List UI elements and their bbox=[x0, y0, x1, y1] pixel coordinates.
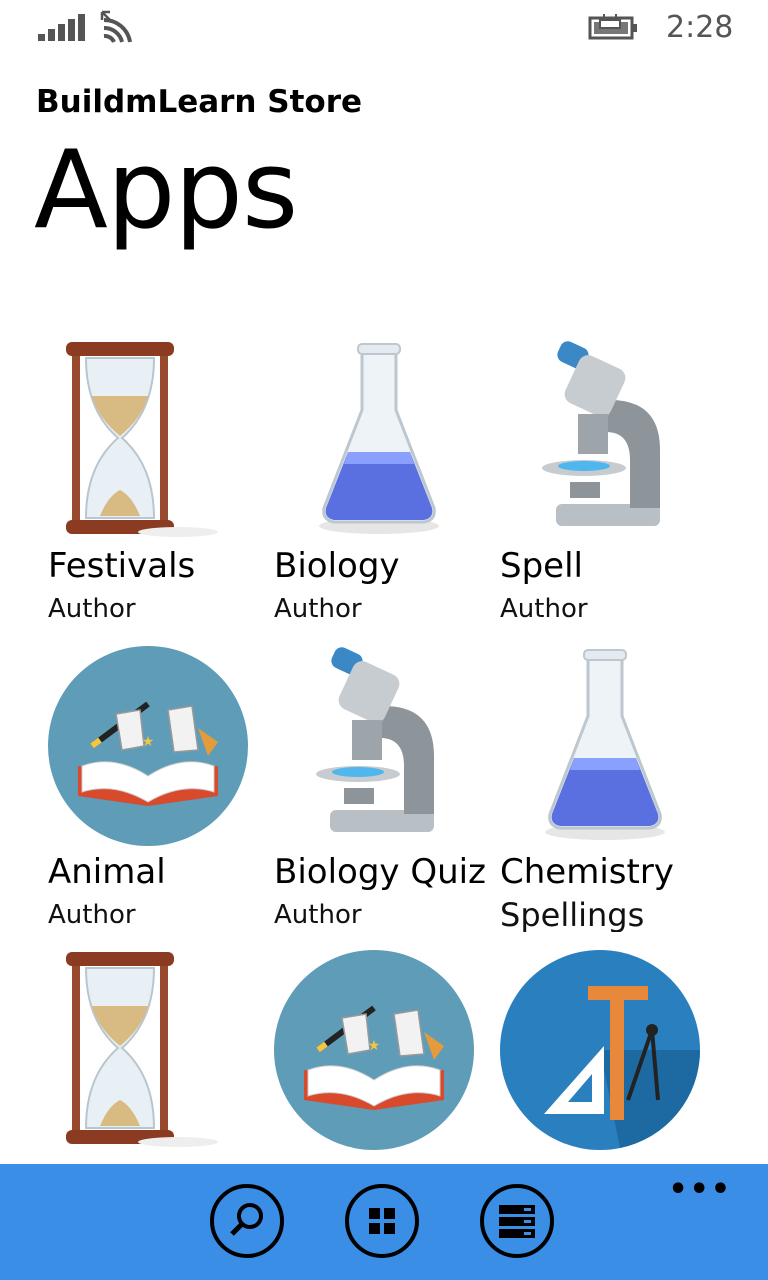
app-tile[interactable] bbox=[48, 950, 263, 1164]
status-bar: 2:28 bbox=[0, 0, 768, 56]
app-name: Festivals bbox=[48, 546, 196, 586]
app-tile[interactable]: Biology Quiz Author bbox=[274, 646, 489, 936]
app-bar: ••• bbox=[0, 1164, 768, 1280]
svg-text:★: ★ bbox=[142, 734, 155, 750]
search-button[interactable] bbox=[210, 1184, 284, 1258]
app-name: Biology bbox=[274, 546, 400, 586]
magic-book-icon: ★ bbox=[48, 646, 248, 846]
search-icon bbox=[230, 1203, 263, 1236]
list-view-button[interactable] bbox=[480, 1184, 554, 1258]
list-icon bbox=[499, 1205, 535, 1238]
app-tile[interactable]: Chemistry Spellings bbox=[500, 646, 715, 936]
app-tile[interactable] bbox=[500, 950, 715, 1164]
app-tile[interactable]: Spell Author bbox=[500, 340, 715, 630]
app-author: Author bbox=[274, 594, 362, 624]
app-tile[interactable]: ★ bbox=[274, 950, 489, 1164]
hourglass-icon bbox=[66, 342, 218, 537]
battery-charging-icon bbox=[588, 14, 637, 40]
microscope-icon bbox=[542, 341, 660, 526]
magic-book-icon: ★ bbox=[274, 950, 474, 1150]
clock: 2:28 bbox=[666, 10, 734, 45]
app-tile[interactable]: Festivals Author bbox=[48, 340, 263, 630]
app-tile[interactable]: Biology Author bbox=[274, 340, 489, 630]
hourglass-icon bbox=[66, 952, 218, 1147]
apps-grid: Festivals Author Biology Author Spell Au… bbox=[48, 340, 768, 1164]
app-title: BuildmLearn Store bbox=[36, 84, 363, 120]
app-name: Chemistry bbox=[500, 852, 674, 892]
svg-text:★: ★ bbox=[368, 1038, 381, 1054]
microscope-icon bbox=[316, 647, 434, 832]
app-name: Spell bbox=[500, 546, 583, 586]
app-author: Author bbox=[48, 594, 136, 624]
flask-icon bbox=[319, 343, 439, 534]
app-name: Animal bbox=[48, 852, 166, 892]
app-tile[interactable]: ★ Animal Author bbox=[48, 646, 263, 936]
app-name: Biology Quiz bbox=[274, 852, 486, 892]
app-author: Spellings bbox=[500, 896, 645, 932]
apps-grid-icon bbox=[369, 1208, 395, 1234]
wifi-icon bbox=[100, 10, 132, 44]
app-author: Author bbox=[48, 900, 136, 930]
app-author: Author bbox=[500, 594, 588, 624]
flask-icon bbox=[545, 649, 665, 840]
geometry-tools-icon bbox=[500, 950, 700, 1150]
app-author: Author bbox=[274, 900, 362, 930]
page-title: Apps bbox=[34, 128, 298, 253]
signal-strength-icon bbox=[38, 14, 85, 41]
categories-button[interactable] bbox=[345, 1184, 419, 1258]
more-options-button[interactable]: ••• bbox=[668, 1175, 732, 1205]
